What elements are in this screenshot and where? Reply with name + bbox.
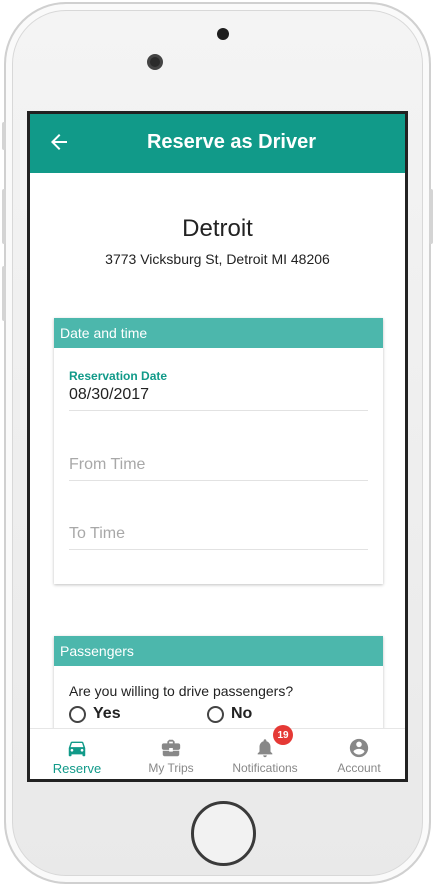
date-time-card-header: Date and time bbox=[54, 318, 383, 348]
nav-item-notifications[interactable]: 19 Notifications bbox=[218, 725, 312, 779]
briefcase-icon bbox=[161, 739, 181, 757]
app-bar: Reserve as Driver bbox=[30, 114, 405, 173]
reservation-date-label: Reservation Date bbox=[69, 369, 168, 383]
car-icon bbox=[68, 741, 86, 757]
volume-up-button bbox=[2, 189, 6, 244]
radio-option-yes[interactable]: Yes bbox=[69, 705, 121, 723]
page-title: Reserve as Driver bbox=[146, 131, 316, 153]
date-time-card: Date and time Reservation Date 08/30/201… bbox=[54, 318, 383, 584]
nav-item-reserve[interactable]: Reserve bbox=[30, 729, 124, 779]
radio-option-no[interactable]: No bbox=[207, 705, 252, 723]
volume-down-button bbox=[2, 266, 6, 321]
from-time-placeholder: From Time bbox=[69, 456, 146, 473]
main-content: Detroit 3773 Vicksburg St, Detroit MI 48… bbox=[30, 173, 405, 756]
nav-item-account[interactable]: Account bbox=[312, 729, 405, 779]
passengers-card-header: Passengers bbox=[54, 636, 383, 666]
reservation-date-value: 08/30/2017 bbox=[69, 386, 150, 403]
mute-switch bbox=[2, 122, 6, 150]
from-time-field[interactable]: From Time bbox=[69, 456, 368, 481]
bottom-navigation: Reserve My Trips 19 Notifications Accoun… bbox=[30, 725, 405, 779]
radio-circle-icon[interactable] bbox=[207, 705, 224, 723]
home-button[interactable] bbox=[191, 801, 256, 866]
radio-circle-icon[interactable] bbox=[69, 705, 86, 723]
radio-label-yes: Yes bbox=[93, 705, 121, 722]
bell-icon bbox=[257, 739, 273, 758]
location-address: 3773 Vicksburg St, Detroit MI 48206 bbox=[105, 251, 330, 267]
radio-label-no: No bbox=[231, 705, 253, 722]
front-camera bbox=[147, 54, 163, 70]
nav-label-notifications: Notifications bbox=[232, 761, 298, 775]
location-name: Detroit bbox=[182, 215, 253, 242]
account-icon bbox=[349, 738, 369, 758]
to-time-placeholder: To Time bbox=[69, 525, 126, 542]
nav-label-account: Account bbox=[337, 761, 381, 775]
nav-label-my-trips: My Trips bbox=[148, 761, 194, 775]
nav-item-my-trips[interactable]: My Trips bbox=[124, 729, 218, 779]
front-speaker bbox=[217, 28, 229, 40]
to-time-field[interactable]: To Time bbox=[69, 525, 368, 550]
passengers-question: Are you willing to drive passengers? bbox=[69, 683, 294, 699]
notification-count-badge: 19 bbox=[273, 725, 293, 745]
reservation-date-field[interactable]: Reservation Date 08/30/2017 bbox=[69, 369, 368, 411]
nav-label-reserve: Reserve bbox=[52, 761, 102, 776]
app-screen: Reserve as Driver Detroit 3773 Vicksburg… bbox=[27, 111, 408, 782]
power-button bbox=[429, 189, 433, 244]
